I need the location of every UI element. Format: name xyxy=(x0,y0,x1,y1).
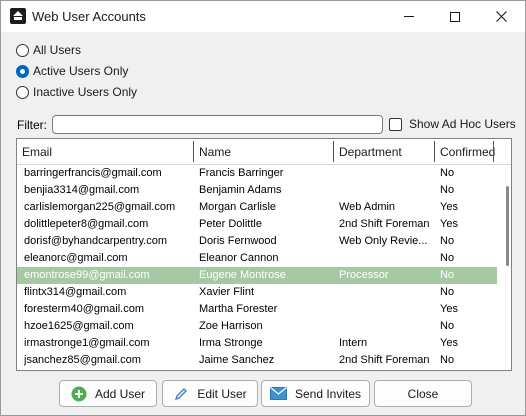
radio-active-users-only[interactable]: Active Users Only xyxy=(16,63,128,79)
cell-department: 2nd Shift Foreman xyxy=(339,218,430,230)
cell-department: 2nd Shift Foreman xyxy=(339,354,430,366)
window-title: Web User Accounts xyxy=(32,9,146,24)
cell-name: Zoe Harrison xyxy=(199,320,263,332)
radio-all-users-label: All Users xyxy=(33,43,82,57)
close-icon xyxy=(495,11,507,22)
show-ad-hoc-users-checkbox[interactable]: Show Ad Hoc Users xyxy=(389,117,516,131)
column-header-confirmed[interactable]: Confirmed xyxy=(435,139,495,164)
column-header-department[interactable]: Department xyxy=(334,139,434,164)
cell-name: Xavier Flint xyxy=(199,286,255,298)
cell-confirmed: Yes xyxy=(440,218,458,230)
cell-name: Jaime Sanchez xyxy=(199,354,275,366)
send-invites-button[interactable]: Send Invites xyxy=(261,380,370,407)
minimize-icon xyxy=(404,16,414,17)
radio-active-users-only-indicator[interactable] xyxy=(16,64,29,78)
cell-email: hzoe1625@gmail.com xyxy=(24,320,134,332)
app-logo-icon xyxy=(10,8,26,24)
radio-active-users-only-label: Active Users Only xyxy=(33,64,129,78)
cell-confirmed: No xyxy=(440,167,455,179)
table-row[interactable]: jsanchez85@gmail.com Jaime Sanchez 2nd Shi… xyxy=(17,352,497,369)
table-row[interactable]: carlislemorgan225@gmail.com Morgan Carlis… xyxy=(17,199,497,216)
table-row[interactable]: benjia3314@gmail.com Benjamin Adams No xyxy=(17,182,497,199)
cell-confirmed: No xyxy=(440,286,455,298)
add-user-button[interactable]: Add User xyxy=(59,380,157,407)
cell-email: eleanorc@gmail.com xyxy=(24,252,128,264)
maximize-button[interactable] xyxy=(432,1,478,32)
cell-email: irmastronge1@gmail.com xyxy=(24,337,150,349)
cell-confirmed: No xyxy=(440,235,455,247)
table-row[interactable]: emontrose99@gmail.com Eugene Montrose Proc… xyxy=(17,267,497,284)
add-icon xyxy=(71,386,87,401)
cell-email: barringerfrancis@gmail.com xyxy=(24,167,162,179)
table-row[interactable]: dorisf@byhandcarpentry.com Doris Fernwood… xyxy=(17,233,497,250)
close-window-button[interactable] xyxy=(478,1,524,32)
cell-email: jsanchez85@gmail.com xyxy=(24,354,141,366)
users-grid[interactable]: Email Name Department Confirmed barringe… xyxy=(16,138,512,371)
scrollbar-thumb[interactable] xyxy=(506,186,509,266)
ad-hoc-checkbox-label: Show Ad Hoc Users xyxy=(409,117,516,131)
ad-hoc-checkbox-box[interactable] xyxy=(389,117,402,131)
cell-name: Peter Dolittle xyxy=(199,218,262,230)
cell-email: foresterm40@gmail.com xyxy=(24,303,144,315)
cell-name: Benjamin Adams xyxy=(199,184,282,196)
cell-department: Web Admin xyxy=(339,201,396,213)
edit-user-button[interactable]: Edit User xyxy=(162,380,258,407)
cell-email: dolittlepeter8@gmail.com xyxy=(24,218,149,230)
cell-name: Eleanor Cannon xyxy=(199,252,279,264)
table-row[interactable]: hzoe1625@gmail.com Zoe Harrison No xyxy=(17,318,497,335)
cell-name: Martha Forester xyxy=(199,303,278,315)
radio-inactive-users-only-indicator[interactable] xyxy=(16,85,29,99)
cell-name: Doris Fernwood xyxy=(199,235,277,247)
cell-confirmed: No xyxy=(440,252,455,264)
cell-email: dorisf@byhandcarpentry.com xyxy=(24,235,168,247)
maximize-icon xyxy=(450,11,460,22)
column-header-name[interactable]: Name xyxy=(194,139,333,164)
cell-email: emontrose99@gmail.com xyxy=(24,269,150,281)
filter-input[interactable] xyxy=(52,115,383,134)
envelope-icon xyxy=(269,387,287,400)
title-bar[interactable]: Web User Accounts xyxy=(1,1,525,32)
minimize-button[interactable] xyxy=(386,1,432,32)
cell-name: Irma Stronge xyxy=(199,337,263,349)
edit-user-label: Edit User xyxy=(197,386,247,401)
radio-all-users-indicator[interactable] xyxy=(16,43,29,57)
cell-confirmed: No xyxy=(440,354,455,366)
cell-confirmed: No xyxy=(440,320,455,332)
cell-department: Web Only Revie... xyxy=(339,235,428,247)
close-button[interactable]: Close xyxy=(374,380,472,407)
vertical-scrollbar[interactable] xyxy=(502,165,511,370)
cell-name: Eugene Montrose xyxy=(199,269,286,281)
cell-confirmed: No xyxy=(440,269,455,281)
grid-header: Email Name Department Confirmed xyxy=(17,139,511,165)
table-row[interactable]: eleanorc@gmail.com Eleanor Cannon No xyxy=(17,250,497,267)
cell-confirmed: Yes xyxy=(440,201,458,213)
add-user-label: Add User xyxy=(94,386,146,401)
cell-confirmed: Yes xyxy=(440,303,458,315)
web-user-accounts-window: Web User Accounts All Users Active Users… xyxy=(0,0,526,416)
table-row[interactable]: barringerfrancis@gmail.com Francis Barrin… xyxy=(17,165,497,182)
cell-confirmed: Yes xyxy=(440,337,458,349)
cell-confirmed: No xyxy=(440,184,455,196)
cell-name: Francis Barringer xyxy=(199,167,284,179)
cell-department: Processor xyxy=(339,269,389,281)
cell-department: Intern xyxy=(339,337,368,349)
table-row[interactable]: foresterm40@gmail.com Martha Forester Yes xyxy=(17,301,497,318)
radio-inactive-users-only[interactable]: Inactive Users Only xyxy=(16,84,137,100)
filter-label: Filter: xyxy=(17,118,47,132)
cell-email: flintx314@gmail.com xyxy=(24,286,127,298)
pencil-icon xyxy=(175,387,188,400)
send-invites-label: Send Invites xyxy=(294,386,362,401)
cell-email: benjia3314@gmail.com xyxy=(24,184,140,196)
close-label: Close xyxy=(407,386,439,401)
radio-all-users[interactable]: All Users xyxy=(16,42,81,58)
column-header-email[interactable]: Email xyxy=(17,139,193,164)
cell-name: Morgan Carlisle xyxy=(199,201,277,213)
cell-email: carlislemorgan225@gmail.com xyxy=(24,201,176,213)
table-row[interactable]: dolittlepeter8@gmail.com Peter Dolittle 2n… xyxy=(17,216,497,233)
table-row[interactable]: irmastronge1@gmail.com Irma Stronge Intern… xyxy=(17,335,497,352)
column-divider[interactable] xyxy=(493,141,494,162)
radio-inactive-users-only-label: Inactive Users Only xyxy=(33,85,138,99)
table-row[interactable]: flintx314@gmail.com Xavier Flint No xyxy=(17,284,497,301)
